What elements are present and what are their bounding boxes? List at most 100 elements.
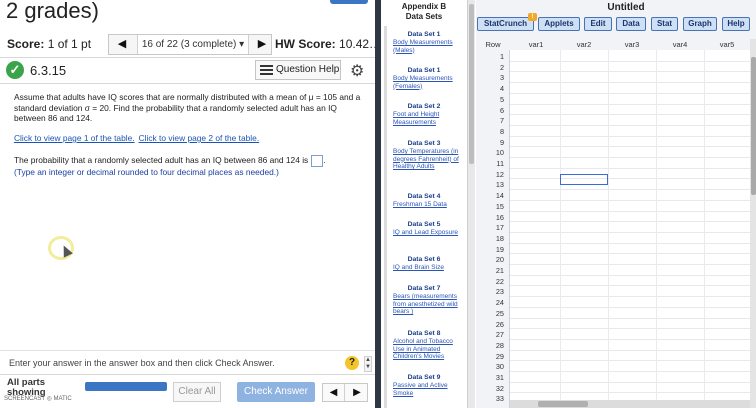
row-number[interactable]: 19 — [476, 245, 504, 254]
column-header[interactable]: var3 — [608, 39, 656, 50]
row-number[interactable]: 1 — [476, 52, 504, 61]
row-number[interactable]: 31 — [476, 373, 504, 382]
grid-row-line — [510, 253, 750, 255]
previous-part-button[interactable]: ◀ — [323, 384, 345, 401]
row-number[interactable]: 14 — [476, 191, 504, 200]
grid-header: Row var1 var2 var3 var4 var5 — [476, 39, 750, 50]
column-header[interactable]: var5 — [704, 39, 750, 50]
table-page-2-link[interactable]: Click to view page 2 of the table. — [139, 133, 260, 143]
grid-vertical-scrollbar[interactable] — [750, 39, 756, 408]
menu-edit[interactable]: Edit — [584, 17, 612, 31]
row-number[interactable]: 25 — [476, 309, 504, 318]
table-page-1-link[interactable]: Click to view page 1 of the table. — [14, 133, 135, 143]
row-number[interactable]: 21 — [476, 266, 504, 275]
row-number[interactable]: 5 — [476, 95, 504, 104]
data-set-link[interactable]: Body Measurements (Females) — [381, 75, 467, 90]
row-number[interactable]: 18 — [476, 234, 504, 243]
row-number[interactable]: 23 — [476, 287, 504, 296]
question-selector-dropdown[interactable]: 16 of 22 (3 complete) ▾ — [137, 35, 249, 54]
scrollbar-thumb[interactable] — [469, 4, 474, 164]
data-set-link[interactable]: Bears (measurements from anesthetized wi… — [381, 293, 467, 316]
grid-row-line — [510, 71, 750, 73]
column-header[interactable]: var2 — [560, 39, 608, 50]
row-number[interactable]: 12 — [476, 170, 504, 179]
data-sets-heading: Appendix B Data Sets — [401, 2, 447, 21]
grid-row-line — [510, 231, 750, 233]
row-number[interactable]: 15 — [476, 202, 504, 211]
grid-row-line — [510, 124, 750, 126]
data-sets-scrollbar[interactable] — [467, 0, 475, 408]
data-set-item: Data Set 6 IQ and Brain Size — [381, 256, 467, 272]
question-bar: ✓ 6.3.15 Question Help ⚙ — [0, 58, 380, 84]
data-set-item: Data Set 9 Passive and Active Smoke — [381, 374, 467, 397]
gear-icon[interactable]: ⚙ — [350, 61, 364, 81]
grid-row-line — [510, 114, 750, 116]
row-number[interactable]: 16 — [476, 213, 504, 222]
grid-row-line — [510, 371, 750, 372]
grid-row-line — [510, 60, 750, 62]
data-set-link[interactable]: Passive and Active Smoke — [381, 382, 467, 397]
row-number[interactable]: 4 — [476, 84, 504, 93]
score-bar: Score: 1 of 1 pt ◀ 16 of 22 (3 complete)… — [0, 32, 380, 58]
data-set-link[interactable]: IQ and Lead Exposure — [381, 229, 467, 237]
row-number[interactable]: 10 — [476, 148, 504, 157]
statcrunch-title: Untitled — [607, 2, 645, 13]
column-header[interactable]: var4 — [656, 39, 704, 50]
data-set-link[interactable]: IQ and Brain Size — [381, 264, 467, 272]
selected-cell[interactable] — [560, 174, 608, 185]
row-number[interactable]: 13 — [476, 180, 504, 189]
menu-statcrunch[interactable]: StatCrunch — [477, 17, 534, 31]
column-header[interactable]: var1 — [512, 39, 560, 50]
answer-input[interactable] — [311, 155, 324, 167]
scrollbar-thumb[interactable] — [538, 401, 588, 407]
row-number[interactable]: 20 — [476, 255, 504, 264]
row-number[interactable]: 33 — [476, 394, 504, 403]
row-number[interactable]: 17 — [476, 223, 504, 232]
next-question-button[interactable]: ▶ — [251, 35, 273, 54]
data-set-link[interactable]: Alcohol and Tobacco Use in Animated Chil… — [381, 338, 467, 361]
data-set-link[interactable]: Body Measurements (Males) — [381, 39, 467, 54]
help-question-icon[interactable]: ? — [345, 356, 359, 370]
divider — [0, 374, 375, 375]
data-set-title: Data Set 1 — [407, 31, 441, 38]
row-number[interactable]: 8 — [476, 127, 504, 136]
menu-data[interactable]: Data — [616, 17, 646, 31]
row-number[interactable]: 27 — [476, 330, 504, 339]
row-number[interactable]: 28 — [476, 341, 504, 350]
grid-horizontal-scrollbar[interactable] — [510, 400, 750, 408]
data-set-title: Data Set 1 — [407, 67, 441, 74]
data-set-title: Data Set 3 — [407, 140, 441, 147]
row-number[interactable]: 32 — [476, 384, 504, 393]
data-set-link[interactable]: Foot and Height Measurements — [381, 111, 467, 126]
row-number[interactable]: 2 — [476, 63, 504, 72]
clear-all-button[interactable]: Clear All — [173, 382, 221, 402]
footer-scroll-arrows[interactable]: ▲ ▼ — [364, 356, 372, 372]
row-number[interactable]: 7 — [476, 116, 504, 125]
row-number[interactable]: 3 — [476, 73, 504, 82]
row-number[interactable]: 26 — [476, 320, 504, 329]
row-number[interactable]: 30 — [476, 362, 504, 371]
row-number[interactable]: 29 — [476, 352, 504, 361]
list-icon — [260, 65, 273, 75]
menu-help[interactable]: Help — [722, 17, 750, 31]
question-help-button[interactable]: Question Help — [255, 60, 341, 80]
row-number[interactable]: 22 — [476, 277, 504, 286]
data-sets-panel: Appendix B Data Sets Data Set 1 Body Meas… — [381, 0, 467, 408]
menu-stat[interactable]: Stat — [651, 17, 678, 31]
scrollbar-thumb[interactable] — [751, 57, 756, 195]
previous-question-button[interactable]: ◀ — [111, 35, 133, 54]
check-answer-button[interactable]: Check Answer — [237, 382, 315, 402]
row-number[interactable]: 24 — [476, 298, 504, 307]
menu-applets[interactable]: Applets — [538, 17, 580, 31]
data-set-title: Data Set 7 — [407, 285, 441, 292]
next-part-button[interactable]: ▶ — [346, 384, 368, 401]
top-action-button[interactable] — [330, 0, 368, 4]
row-number[interactable]: 11 — [476, 159, 504, 168]
row-number[interactable]: 9 — [476, 138, 504, 147]
menu-graph[interactable]: Graph — [683, 17, 717, 31]
data-set-item: Data Set 4 Freshman 15 Data — [381, 193, 467, 209]
data-grid[interactable]: Row var1 var2 var3 var4 var5 1 2 3 4 5 6 7 8 9 10… — [476, 39, 750, 408]
data-set-link[interactable]: Freshman 15 Data — [381, 201, 467, 209]
data-set-link[interactable]: Body Temperatures (in degrees Fahrenheit… — [381, 148, 467, 171]
row-number[interactable]: 6 — [476, 106, 504, 115]
